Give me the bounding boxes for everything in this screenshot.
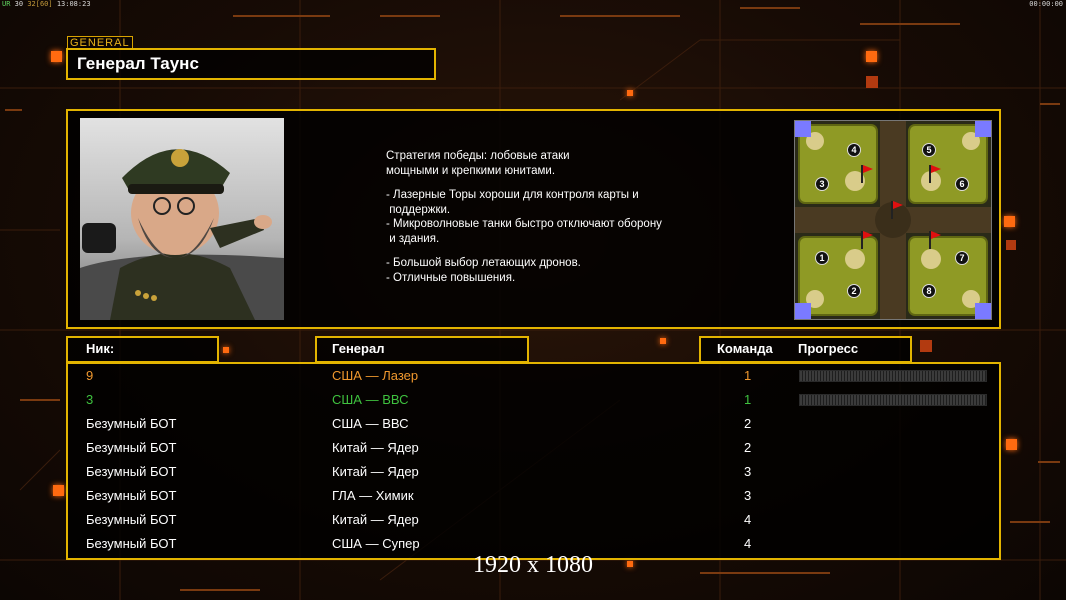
player-nick: Безумный БОТ (86, 464, 177, 479)
deco-square (627, 90, 633, 96)
strategy-line: поддержки. (386, 203, 451, 216)
minimap[interactable]: 1 2 3 4 5 6 7 8 (794, 120, 992, 320)
minimap-slot[interactable]: 2 (847, 284, 861, 298)
deco-square (660, 338, 666, 344)
column-header-team-label: Команда (717, 341, 773, 356)
progress-bar (799, 370, 987, 382)
column-header-progress-label: Прогресс (798, 341, 859, 356)
strategy-line: - Отличные повышения. (386, 271, 516, 284)
progress-bar (799, 394, 987, 406)
column-header-general: Генерал (315, 336, 529, 363)
player-general[interactable]: США — Супер (332, 536, 420, 551)
column-header-nick: Ник: (66, 336, 219, 363)
player-team[interactable]: 1 (744, 392, 751, 407)
player-team[interactable]: 3 (744, 464, 751, 479)
minimap-slot[interactable]: 7 (955, 251, 969, 265)
deco-square (53, 485, 64, 496)
strategy-line: - Большой выбор летающих дронов. (386, 257, 581, 269)
minimap-slot[interactable]: 1 (815, 251, 829, 265)
general-name: Генерал Таунс (77, 54, 199, 73)
minimap-slot[interactable]: 4 (847, 143, 861, 157)
column-header-team-progress: Команда Прогресс (699, 336, 912, 363)
status-clock: 13:08:23 (56, 0, 91, 8)
player-team[interactable]: 2 (744, 440, 751, 455)
status-fps: 30 (14, 0, 24, 8)
player-nick: Безумный БОТ (86, 488, 177, 503)
strategy-line: мощными и крепкими юнитами. (386, 164, 556, 177)
player-row[interactable]: Безумный БОТ Китай — Ядер 4 (68, 510, 999, 532)
player-general[interactable]: США — Лазер (332, 368, 418, 383)
deco-square (627, 561, 633, 567)
player-team[interactable]: 2 (744, 416, 751, 431)
player-row[interactable]: Безумный БОТ Китай — Ядер 3 (68, 462, 999, 484)
player-row[interactable]: 9 США — Лазер 1 (68, 366, 999, 388)
column-header-general-label: Генерал (332, 341, 385, 356)
strategy-line: - Микроволновые танки быстро отключают о… (386, 218, 662, 230)
deco-square (51, 51, 62, 62)
deco-square (1006, 240, 1016, 250)
player-team[interactable]: 4 (744, 536, 751, 551)
player-row[interactable]: 3 США — ВВС 1 (68, 390, 999, 412)
player-general[interactable]: Китай — Ядер (332, 440, 419, 455)
player-nick: Безумный БОТ (86, 440, 177, 455)
player-nick: Безумный БОТ (86, 536, 177, 551)
general-info-panel: Стратегия победы: лобовые атаки мощными … (66, 109, 1001, 329)
status-bar-left: UR 30 32[60] 13:08:23 (2, 0, 91, 8)
player-general[interactable]: Китай — Ядер (332, 464, 419, 479)
minimap-slot[interactable]: 8 (922, 284, 936, 298)
strategy-text: Стратегия победы: лобовые атаки мощными … (386, 149, 746, 285)
column-header-nick-label: Ник: (86, 341, 115, 356)
strategy-line: - Лазерные Торы хороши для контроля карт… (386, 189, 639, 201)
player-team[interactable]: 1 (744, 368, 751, 383)
minimap-slot[interactable]: 6 (955, 177, 969, 191)
deco-square (920, 340, 932, 352)
status-timer: 00:00:00 (1029, 0, 1063, 8)
player-nick: Безумный БОТ (86, 416, 177, 431)
strategy-line: Стратегия победы: лобовые атаки (386, 150, 570, 162)
player-row[interactable]: Безумный БОТ ГЛА — Химик 3 (68, 486, 999, 508)
player-general[interactable]: США — ВВС (332, 416, 409, 431)
deco-square (866, 51, 877, 62)
deco-square (223, 347, 229, 353)
strategy-line: и здания. (386, 232, 440, 245)
player-general[interactable]: Китай — Ядер (332, 512, 419, 527)
player-table: 9 США — Лазер 1 3 США — ВВС 1 Безумный Б… (66, 362, 1001, 560)
player-general[interactable]: ГЛА — Химик (332, 488, 414, 503)
deco-square (866, 76, 878, 88)
minimap-slot[interactable]: 3 (815, 177, 829, 191)
minimap-slot[interactable]: 5 (922, 143, 936, 157)
general-portrait (80, 118, 284, 320)
player-nick: Безумный БОТ (86, 512, 177, 527)
resolution-label: 1920 x 1080 (473, 552, 593, 578)
player-team[interactable]: 4 (744, 512, 751, 527)
player-nick: 9 (86, 368, 94, 383)
status-ur: UR (2, 0, 11, 8)
title-box: Генерал Таунс (66, 48, 436, 80)
player-team[interactable]: 3 (744, 488, 751, 503)
general-portrait-image (80, 118, 284, 320)
player-row[interactable]: Безумный БОТ США — ВВС 2 (68, 414, 999, 436)
deco-square (1006, 439, 1017, 450)
player-general[interactable]: США — ВВС (332, 392, 409, 407)
player-nick: 3 (86, 392, 94, 407)
status-fps-limit: 32[60] (27, 0, 53, 8)
player-row[interactable]: Безумный БОТ Китай — Ядер 2 (68, 438, 999, 460)
deco-square (1004, 216, 1015, 227)
